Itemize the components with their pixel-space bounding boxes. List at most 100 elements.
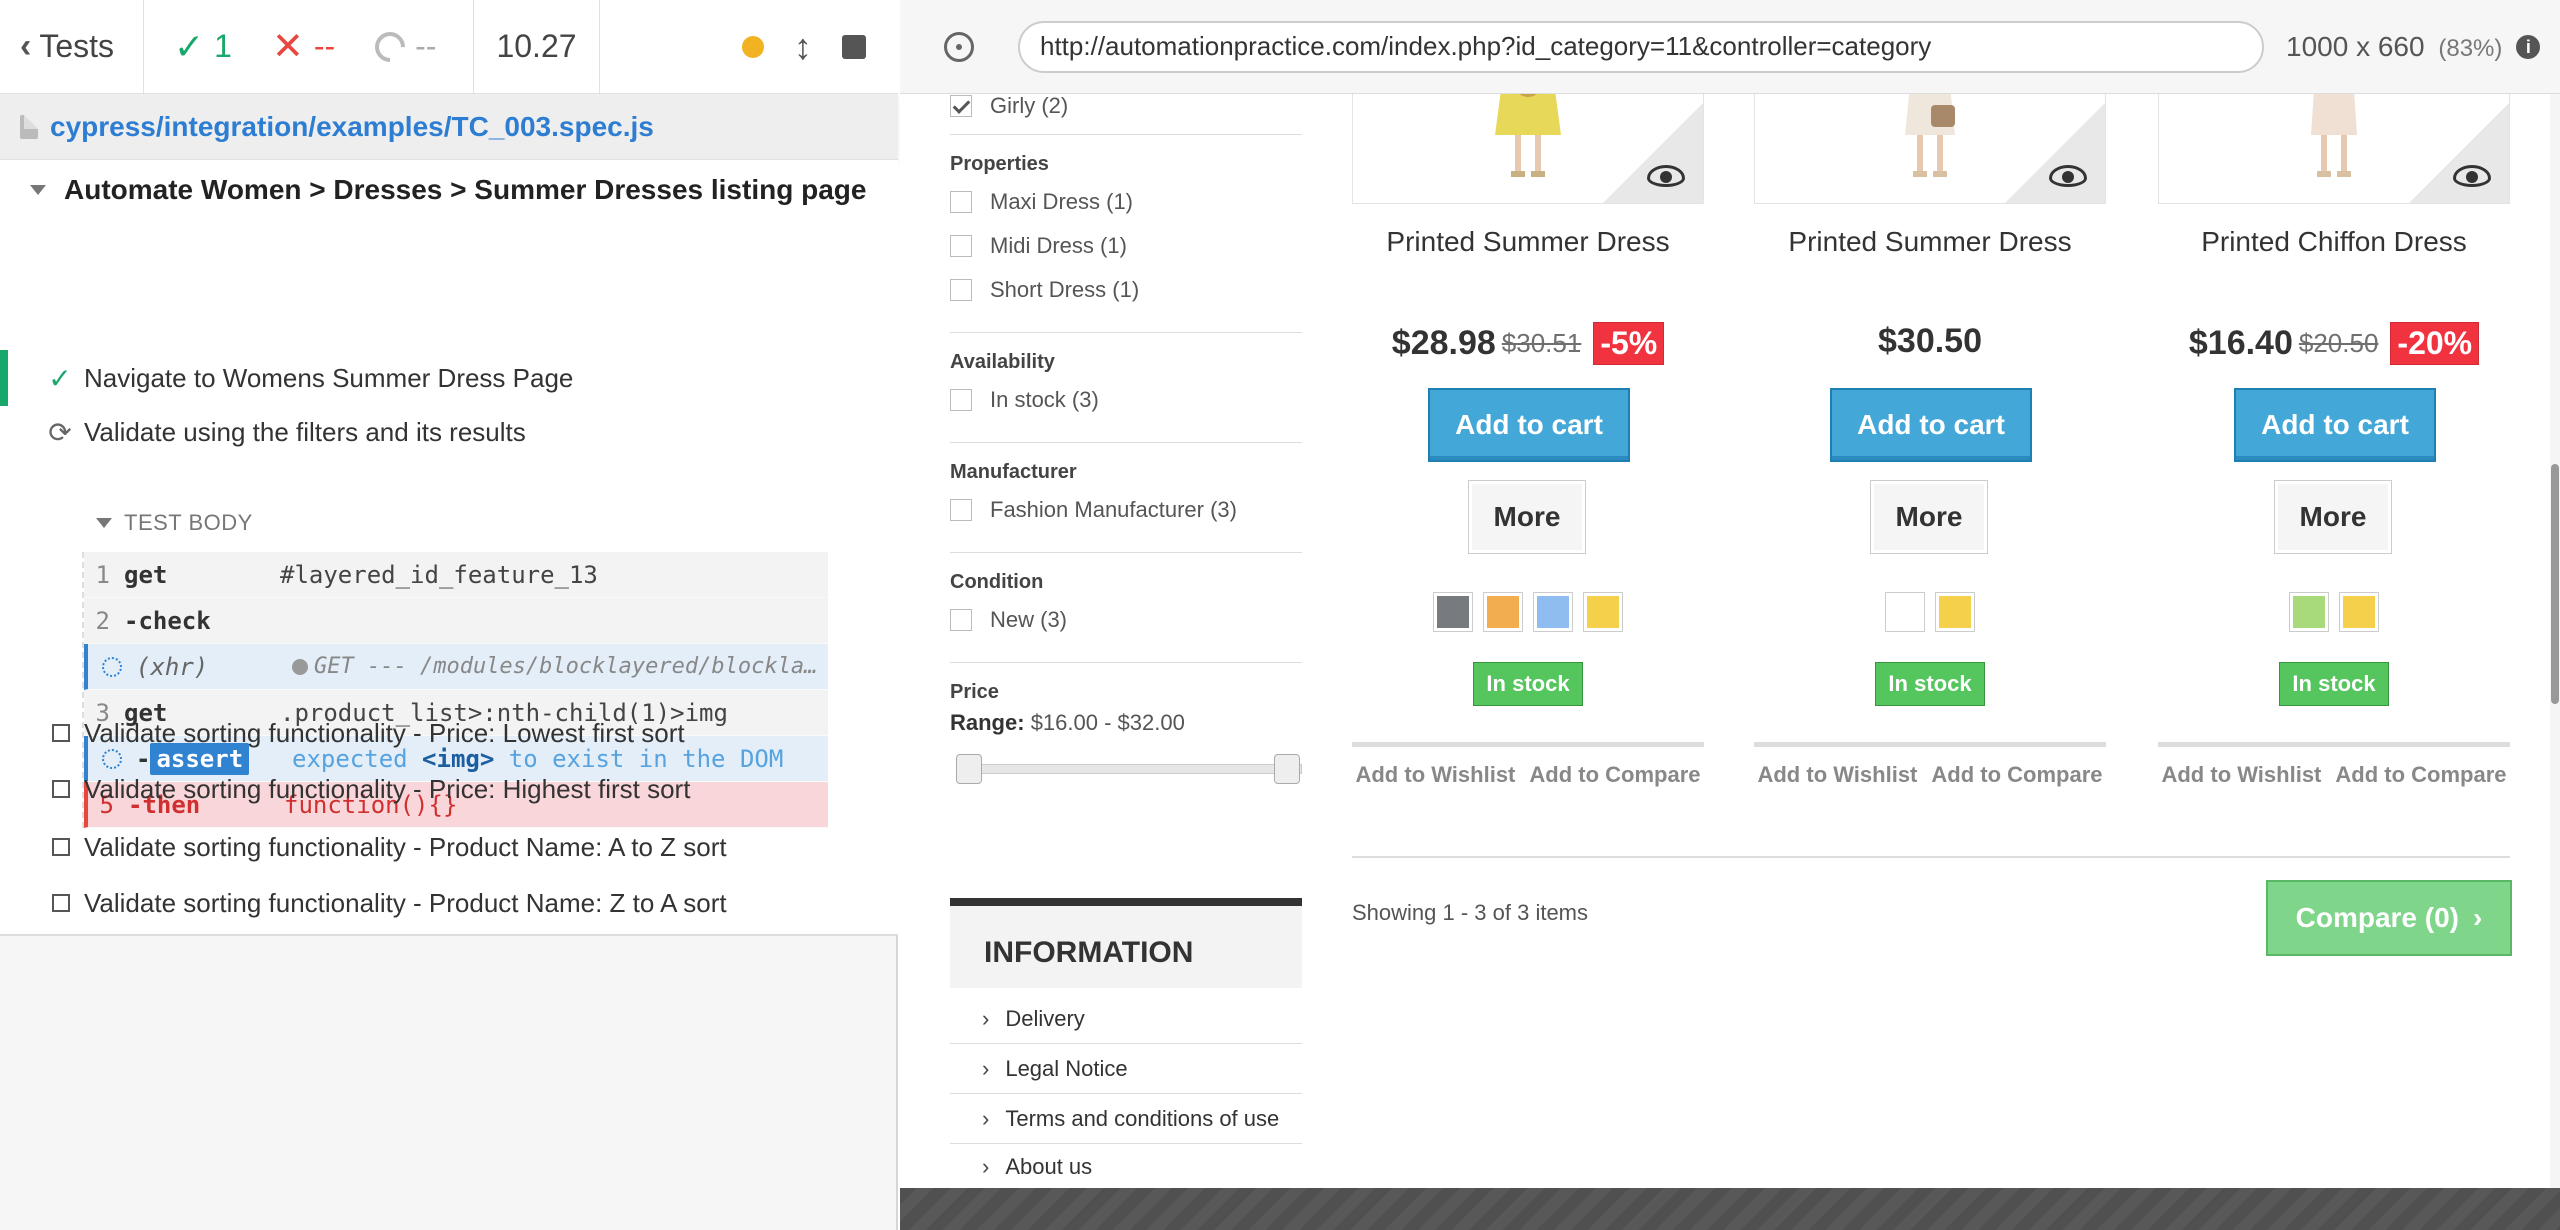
price-range: Range: $16.00 - $32.00 bbox=[950, 710, 1302, 736]
auto-scroll-icon[interactable]: ↕ bbox=[794, 26, 812, 68]
compare-button[interactable]: Compare (0) › bbox=[2266, 880, 2512, 956]
quick-view-corner bbox=[1603, 103, 1703, 203]
price-slider[interactable] bbox=[950, 750, 1302, 784]
color-swatch[interactable] bbox=[1583, 592, 1623, 632]
tests-button[interactable]: ‹ Tests bbox=[0, 0, 144, 94]
pending-square-icon bbox=[52, 780, 70, 798]
color-swatch[interactable] bbox=[2289, 592, 2329, 632]
color-swatches bbox=[1754, 592, 2106, 632]
color-swatch[interactable] bbox=[1885, 592, 1925, 632]
product-name[interactable]: Printed Chiffon Dress bbox=[2158, 226, 2510, 258]
duration: 10.27 bbox=[474, 0, 600, 94]
filter-midi[interactable]: Midi Dress (1) bbox=[950, 224, 1302, 268]
passed-stat[interactable]: ✓ 1 bbox=[174, 26, 232, 68]
info-link-legal[interactable]: › Legal Notice bbox=[950, 1044, 1302, 1094]
filter-in-stock[interactable]: In stock (3) bbox=[950, 378, 1302, 422]
test-title: Validate sorting functionality - Product… bbox=[84, 831, 727, 862]
add-to-wishlist-link[interactable]: Add to Wishlist bbox=[2161, 762, 2321, 788]
add-to-cart-button[interactable]: Add to cart bbox=[2234, 388, 2436, 462]
info-icon[interactable]: i bbox=[2516, 34, 2541, 59]
test-pending[interactable]: Validate sorting functionality - Price: … bbox=[0, 708, 898, 758]
command-row[interactable]: 1 get #layered_id_feature_13 bbox=[84, 552, 828, 598]
filter-new[interactable]: New (3) bbox=[950, 598, 1302, 642]
test-running[interactable]: ⟳ Validate using the filters and its res… bbox=[0, 404, 898, 460]
test-passed[interactable]: ✓ Navigate to Womens Summer Dress Page bbox=[0, 350, 898, 406]
suite-title[interactable]: Automate Women > Dresses > Summer Dresse… bbox=[30, 174, 866, 206]
info-link-delivery[interactable]: › Delivery bbox=[950, 994, 1302, 1044]
product-name[interactable]: Printed Summer Dress bbox=[1352, 226, 1704, 258]
spinner-icon bbox=[368, 25, 412, 68]
info-link-about[interactable]: › About us bbox=[950, 1142, 1302, 1188]
more-button[interactable]: More bbox=[1468, 480, 1586, 554]
selector-playground-icon[interactable] bbox=[944, 31, 974, 62]
slider-handle-min[interactable] bbox=[956, 754, 982, 784]
test-title: Validate using the filters and its resul… bbox=[84, 416, 526, 447]
test-title: Validate sorting functionality - Price: … bbox=[84, 773, 691, 804]
checkbox-icon[interactable] bbox=[950, 609, 972, 631]
test-pending[interactable]: Validate sorting functionality - Product… bbox=[0, 822, 898, 872]
checkbox-icon[interactable] bbox=[950, 279, 972, 301]
url-field[interactable]: http://automationpractice.com/index.php?… bbox=[1018, 20, 2264, 73]
slider-track bbox=[960, 764, 1302, 774]
spec-path-link[interactable]: cypress/integration/examples/TC_003.spec… bbox=[50, 111, 654, 143]
color-swatch[interactable] bbox=[1935, 592, 1975, 632]
filter-label: Short Dress (1) bbox=[990, 277, 1140, 302]
product-card: Printed Chiffon Dress $16.40 $20.50 -20%… bbox=[2158, 94, 2510, 787]
more-button[interactable]: More bbox=[2274, 480, 2392, 554]
pending-spinner-icon bbox=[102, 656, 122, 677]
scrollbar[interactable] bbox=[2550, 94, 2560, 1188]
slider-handle-max[interactable] bbox=[1274, 754, 1300, 784]
color-swatch[interactable] bbox=[1483, 592, 1523, 632]
dress-image-icon bbox=[2311, 94, 2357, 177]
dress-image-icon bbox=[1495, 94, 1561, 177]
check-icon: ✓ bbox=[48, 362, 72, 394]
app-under-test: http://automationpractice.com/index.php?… bbox=[900, 0, 2560, 1230]
product-image[interactable] bbox=[1352, 94, 1704, 204]
product-name[interactable]: Printed Summer Dress bbox=[1754, 226, 2106, 258]
info-link-terms[interactable]: › Terms and conditions of use bbox=[950, 1094, 1302, 1144]
add-to-cart-button[interactable]: Add to cart bbox=[1830, 388, 2032, 462]
failed-stat[interactable]: ✕ -- bbox=[272, 24, 335, 69]
scrollbar-thumb[interactable] bbox=[2551, 464, 2559, 704]
price-row: $16.40 $20.50 -20% bbox=[2158, 322, 2510, 365]
product-image[interactable] bbox=[2158, 94, 2510, 204]
xhr-command-row[interactable]: (xhr) GET --- /modules/blocklayered/bloc… bbox=[84, 644, 828, 690]
color-swatch[interactable] bbox=[1533, 592, 1573, 632]
test-pending[interactable]: Validate sorting functionality - Price: … bbox=[0, 764, 898, 814]
test-pending[interactable]: Validate sorting functionality - Product… bbox=[0, 878, 898, 928]
add-to-cart-button[interactable]: Add to cart bbox=[1428, 388, 1630, 462]
checkbox-checked-icon[interactable] bbox=[950, 95, 972, 117]
add-to-compare-link[interactable]: Add to Compare bbox=[1931, 762, 2102, 788]
add-to-wishlist-link[interactable]: Add to Wishlist bbox=[1355, 762, 1515, 788]
more-button[interactable]: More bbox=[1870, 480, 1988, 554]
stop-icon[interactable] bbox=[842, 34, 866, 59]
status-dot-icon bbox=[292, 659, 308, 675]
command-row[interactable]: 2 -check bbox=[84, 598, 828, 644]
in-stock-badge: In stock bbox=[2279, 662, 2389, 706]
add-to-wishlist-link[interactable]: Add to Wishlist bbox=[1757, 762, 1917, 788]
eye-icon[interactable] bbox=[1647, 165, 1685, 187]
pending-stat[interactable]: -- bbox=[368, 25, 436, 68]
color-swatch[interactable] bbox=[1433, 592, 1473, 632]
filter-short[interactable]: Short Dress (1) bbox=[950, 268, 1302, 312]
checkbox-icon[interactable] bbox=[950, 499, 972, 521]
checkbox-icon[interactable] bbox=[950, 389, 972, 411]
compare-label: Compare (0) bbox=[2295, 902, 2460, 933]
add-to-compare-link[interactable]: Add to Compare bbox=[1529, 762, 1700, 788]
filter-maxi[interactable]: Maxi Dress (1) bbox=[950, 180, 1302, 224]
filter-label: Maxi Dress (1) bbox=[990, 189, 1134, 214]
price-reduction-badge: -20% bbox=[2390, 322, 2480, 365]
test-body-header[interactable]: TEST BODY bbox=[96, 510, 253, 536]
divider bbox=[1352, 856, 2510, 858]
eye-icon[interactable] bbox=[2453, 165, 2491, 187]
checkbox-icon[interactable] bbox=[950, 235, 972, 257]
product-image[interactable] bbox=[1754, 94, 2106, 204]
filter-girly[interactable]: Girly (2) bbox=[950, 94, 1302, 128]
product-price: $30.50 bbox=[1878, 322, 1982, 360]
color-swatch[interactable] bbox=[2339, 592, 2379, 632]
aut-header: http://automationpractice.com/index.php?… bbox=[900, 0, 2560, 94]
filter-manufacturer[interactable]: Fashion Manufacturer (3) bbox=[950, 488, 1302, 532]
eye-icon[interactable] bbox=[2049, 165, 2087, 187]
checkbox-icon[interactable] bbox=[950, 191, 972, 213]
add-to-compare-link[interactable]: Add to Compare bbox=[2335, 762, 2506, 788]
